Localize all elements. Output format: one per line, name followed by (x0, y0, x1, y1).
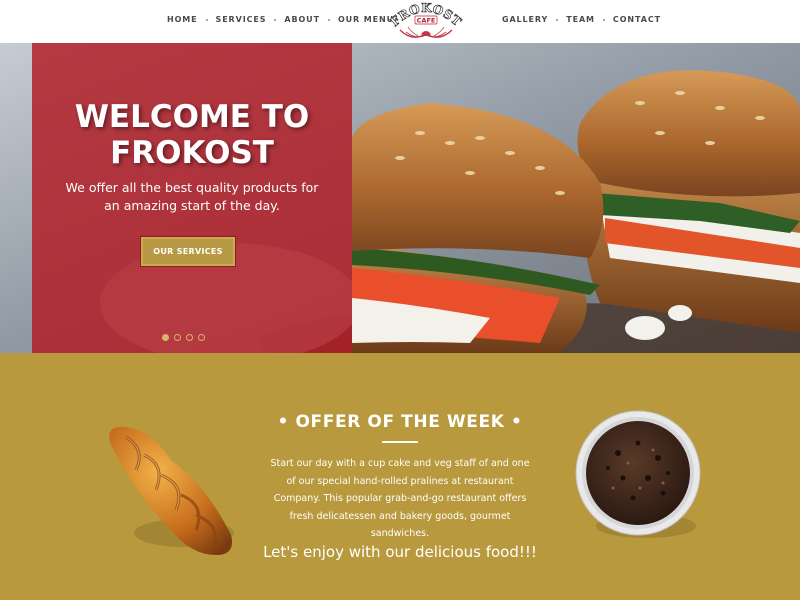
croissant-image (109, 426, 234, 555)
chocolate-muffin-image (575, 410, 701, 538)
nav-link-gallery[interactable]: GALLERY (502, 15, 548, 24)
nav-link-services[interactable]: SERVICES (216, 15, 267, 24)
slider-dot-1[interactable] (162, 334, 169, 341)
logo-sub: CAFE (417, 17, 436, 25)
svg-text:FROKOST: FROKOST (388, 1, 464, 29)
nav-left-group: HOME SERVICES ABOUT OUR MENU (167, 15, 394, 24)
nav-separator (205, 18, 208, 21)
hero-title: WELCOME TO FROKOST (32, 99, 352, 171)
logo-graphic: FROKOST CAFE (387, 1, 464, 38)
hero-slider: WELCOME TO FROKOST We offer all the best… (0, 43, 800, 353)
title-underline (382, 441, 418, 443)
nav-link-contact[interactable]: CONTACT (613, 15, 661, 24)
hero-subtitle: We offer all the best quality products f… (65, 180, 319, 213)
nav-separator (274, 18, 277, 21)
nav-separator (602, 18, 605, 21)
offer-description: Start our day with a cup cake and veg st… (270, 458, 530, 539)
our-services-button[interactable]: OUR SERVICES (140, 236, 236, 267)
logo-name: FROKOST (387, 1, 464, 30)
offer-section: • OFFER OF THE WEEK • Start our day with… (0, 353, 800, 600)
nav-right-group: GALLERY TEAM CONTACT (502, 15, 661, 24)
nav-separator (556, 18, 559, 21)
slider-pagination (162, 334, 205, 341)
offer-tagline: Let's enjoy with our delicious food!!! (263, 543, 537, 561)
hero-title-line2: FROKOST (110, 135, 274, 171)
slider-dot-4[interactable] (198, 334, 205, 341)
nav-link-about[interactable]: ABOUT (284, 15, 320, 24)
slider-dot-2[interactable] (174, 334, 181, 341)
nav-link-home[interactable]: HOME (167, 15, 198, 24)
slider-dot-3[interactable] (186, 334, 193, 341)
frokost-cafe-logo[interactable]: FROKOST CAFE (387, 0, 464, 43)
top-navbar: HOME SERVICES ABOUT OUR MENU FROKOST CAF… (0, 0, 800, 43)
nav-separator (327, 18, 330, 21)
nav-link-team[interactable]: TEAM (566, 15, 595, 24)
offer-title: • OFFER OF THE WEEK • (277, 412, 523, 432)
nav-link-our-menu[interactable]: OUR MENU (338, 15, 394, 24)
hero-title-line1: WELCOME TO (74, 99, 310, 135)
